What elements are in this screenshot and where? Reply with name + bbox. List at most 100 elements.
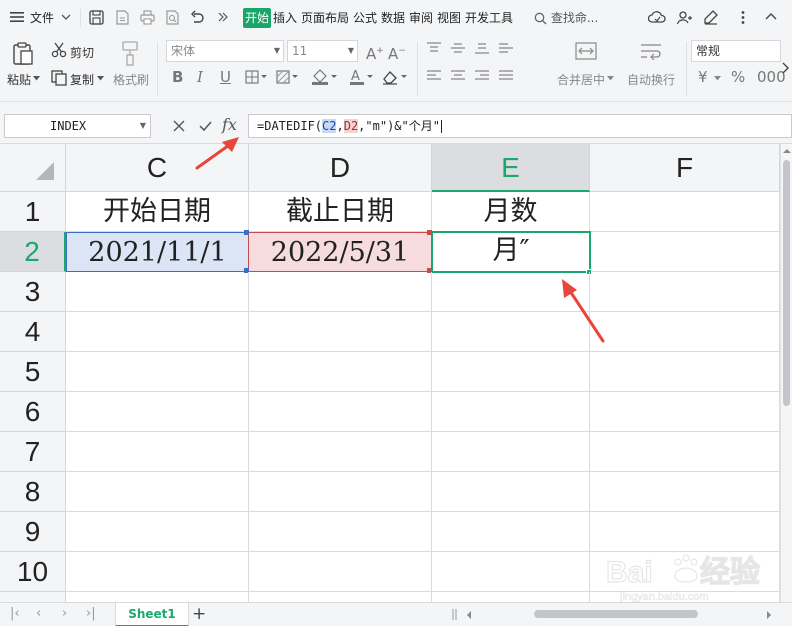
column-header-e[interactable]: E <box>432 144 590 192</box>
row-header-7[interactable]: 7 <box>0 432 66 472</box>
column-header-f[interactable]: F <box>590 144 780 192</box>
print-icon[interactable] <box>140 10 155 25</box>
cell-f2[interactable] <box>591 232 780 272</box>
underline-icon[interactable]: U <box>220 68 231 86</box>
align-bottom-icon[interactable] <box>475 42 489 54</box>
merge-center-icon[interactable] <box>575 42 597 60</box>
cell-e8[interactable] <box>432 472 590 512</box>
cell-e11[interactable] <box>432 592 590 602</box>
cell-d11[interactable] <box>249 592 432 602</box>
name-box[interactable]: INDEX ▼ <box>4 114 151 138</box>
cell-d6[interactable] <box>249 392 432 432</box>
scroll-up-icon[interactable] <box>783 148 791 154</box>
cell-e7[interactable] <box>432 432 590 472</box>
align-top-icon[interactable] <box>427 42 441 54</box>
cell-c2[interactable]: 2021/11/1 <box>66 232 249 272</box>
font-size-select[interactable]: 11 ▼ <box>287 40 358 62</box>
justify-icon[interactable] <box>499 70 513 82</box>
paste-button[interactable]: 粘贴 <box>7 71 31 88</box>
tab-data[interactable]: 数据 <box>381 9 405 27</box>
column-header-d[interactable]: D <box>249 144 432 192</box>
cell-e5[interactable] <box>432 352 590 392</box>
cell-f3[interactable] <box>590 272 780 312</box>
tab-view[interactable]: 视图 <box>437 9 461 27</box>
cell-c7[interactable] <box>66 432 249 472</box>
print-preview-icon[interactable] <box>165 10 180 25</box>
row-header-6[interactable]: 6 <box>0 392 66 432</box>
merge-center-button[interactable]: 合并居中 <box>557 71 605 88</box>
vertical-scrollbar[interactable] <box>780 144 792 602</box>
row-header-1[interactable]: 1 <box>0 192 66 232</box>
currency-format-button[interactable]: ¥ <box>698 68 708 86</box>
tab-developer[interactable]: 开发工具 <box>465 9 513 27</box>
more-options-icon[interactable] <box>741 10 745 25</box>
cell-d3[interactable] <box>249 272 432 312</box>
cell-c1[interactable]: 开始日期 <box>66 192 249 232</box>
fill-pattern-icon[interactable] <box>276 70 298 84</box>
select-all-corner[interactable] <box>0 144 66 192</box>
collapse-ribbon-icon[interactable] <box>765 12 777 20</box>
sheet-tab-sheet1[interactable]: Sheet1 <box>115 603 189 626</box>
cell-c3[interactable] <box>66 272 249 312</box>
tab-insert[interactable]: 插入 <box>273 9 297 27</box>
formula-input[interactable]: =DATEDIF(C2,D2,"m")&"个月" <box>248 114 792 138</box>
row-header-8[interactable]: 8 <box>0 472 66 512</box>
row-header-4[interactable]: 4 <box>0 312 66 352</box>
cell-c8[interactable] <box>66 472 249 512</box>
row-header-10[interactable]: 10 <box>0 552 66 592</box>
row-header-2[interactable]: 2 <box>0 232 66 272</box>
increase-font-icon[interactable]: A+ <box>366 42 384 63</box>
format-painter-button[interactable]: 格式刷 <box>113 71 149 88</box>
prev-sheet-icon[interactable]: ‹ <box>36 606 41 622</box>
export-pdf-icon[interactable] <box>115 10 130 25</box>
horizontal-scroll-thumb[interactable] <box>534 610 698 618</box>
cell-f7[interactable] <box>590 432 780 472</box>
scissors-icon[interactable] <box>51 42 67 58</box>
scroll-left-icon[interactable] <box>466 611 472 619</box>
cell-d2[interactable]: 2022/5/31 <box>248 232 432 272</box>
percent-format-button[interactable]: % <box>731 68 745 86</box>
tab-home[interactable]: 开始 <box>243 8 271 28</box>
cell-d9[interactable] <box>249 512 432 552</box>
cell-e6[interactable] <box>432 392 590 432</box>
cell-f1[interactable] <box>590 192 780 232</box>
ref-handle-c2[interactable] <box>244 230 249 235</box>
cell-f6[interactable] <box>590 392 780 432</box>
row-header-5[interactable]: 5 <box>0 352 66 392</box>
next-sheet-icon[interactable]: › <box>62 606 67 622</box>
align-right-icon[interactable] <box>475 70 489 82</box>
paste-icon[interactable] <box>11 42 35 66</box>
hamburger-menu-icon[interactable] <box>10 11 24 23</box>
wrap-text-button[interactable]: 自动换行 <box>627 71 675 88</box>
align-middle-icon[interactable] <box>451 42 465 54</box>
cell-c9[interactable] <box>66 512 249 552</box>
last-sheet-icon[interactable]: ›| <box>86 606 96 622</box>
cell-d5[interactable] <box>249 352 432 392</box>
copy-dropdown-icon[interactable] <box>97 76 104 81</box>
row-header-11[interactable] <box>0 592 66 602</box>
merge-dropdown-icon[interactable] <box>607 76 614 81</box>
user-share-icon[interactable] <box>676 10 692 25</box>
tab-review[interactable]: 审阅 <box>409 9 433 27</box>
command-search[interactable]: 查找命... <box>534 9 598 27</box>
cell-f9[interactable] <box>590 512 780 552</box>
cell-e9[interactable] <box>432 512 590 552</box>
insert-function-button[interactable]: fx <box>222 114 237 136</box>
tab-formulas[interactable]: 公式 <box>353 9 377 27</box>
number-format-select[interactable]: 常规 <box>691 40 781 62</box>
edit-share-icon[interactable] <box>703 10 719 25</box>
copy-button[interactable]: 复制 <box>70 71 94 88</box>
more-chevron-icon[interactable] <box>217 11 229 23</box>
cell-e4[interactable] <box>432 312 590 352</box>
font-color-icon[interactable]: A <box>349 68 375 85</box>
cancel-formula-icon[interactable] <box>173 120 185 132</box>
font-name-select[interactable]: 宋体 ▼ <box>166 40 284 62</box>
column-header-c[interactable]: C <box>66 144 249 192</box>
add-sheet-button[interactable]: + <box>192 605 206 623</box>
decrease-font-icon[interactable]: A− <box>388 42 406 63</box>
ref-handle-d2[interactable] <box>427 230 432 235</box>
cell-f8[interactable] <box>590 472 780 512</box>
bold-icon[interactable]: B <box>172 68 183 86</box>
align-left-icon[interactable] <box>427 70 441 82</box>
cut-button[interactable]: 剪切 <box>70 44 94 61</box>
